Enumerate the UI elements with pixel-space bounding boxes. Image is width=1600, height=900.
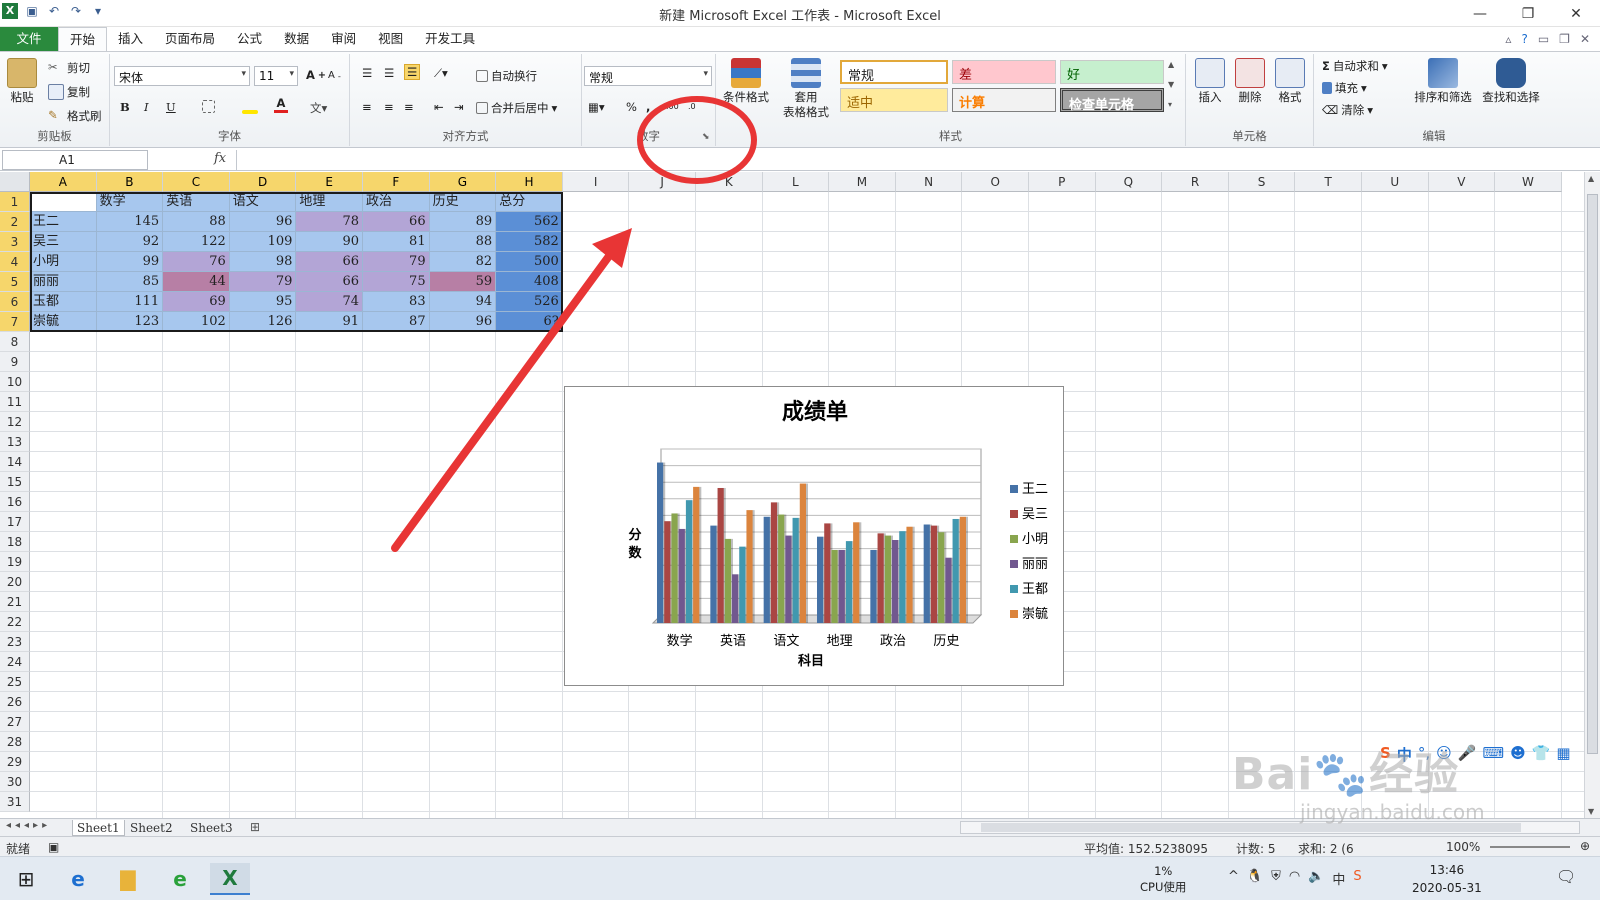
h-scroll-thumb[interactable]: [981, 823, 1521, 832]
edge-browser-icon[interactable]: e: [58, 863, 98, 895]
annotation-arrow-head: [592, 228, 632, 268]
status-bar: 就绪 ▣ 平均值: 152.5238095 计数: 5 求和: 2 (6 100…: [0, 836, 1600, 856]
status-sum: 求和: 2 (6: [1298, 842, 1354, 856]
scroll-thumb[interactable]: [1587, 194, 1598, 754]
sheet-tab-2[interactable]: Sheet2: [130, 820, 173, 836]
system-tray[interactable]: ^ 🐧 ⛨ ◠ 🔈 中 S: [1228, 869, 1362, 888]
start-windows-icon[interactable]: ⊞: [6, 863, 46, 895]
excel-window: { "window":{"title":"新建 Microsoft Excel …: [0, 0, 1600, 900]
file-explorer-icon[interactable]: ▇: [108, 863, 148, 895]
menu-grid-icon[interactable]: ▦: [1556, 744, 1570, 765]
taskbar: ⊞ e ▇ e X 1% CPU使用 ^ 🐧 ⛨ ◠ 🔈 中 S 13:46 2…: [0, 856, 1600, 900]
zoom-in-icon[interactable]: ⊕: [1580, 839, 1590, 853]
status-ready: 就绪: [6, 842, 31, 856]
excel-taskbar-icon[interactable]: X: [210, 863, 250, 895]
scroll-up-arrow[interactable]: ▲: [1588, 174, 1594, 183]
sheet-nav-arrows[interactable]: ◂◂◂▸▸: [6, 820, 51, 831]
baidu-watermark-url: jingyan.baidu.com: [1300, 800, 1485, 824]
notification-icon[interactable]: 🗨: [1556, 867, 1576, 886]
vertical-scrollbar[interactable]: ▲ ▼: [1584, 172, 1600, 818]
browser-360-icon[interactable]: e: [160, 863, 200, 895]
microphone-icon[interactable]: 🎤: [1458, 744, 1477, 765]
skin-icon[interactable]: 👕: [1532, 744, 1551, 765]
clock[interactable]: 13:46 2020-05-31: [1412, 861, 1482, 897]
status-count: 计数: 5: [1236, 842, 1276, 856]
sheet-tab-3[interactable]: Sheet3: [190, 820, 233, 836]
security-shield-icon[interactable]: ⛨: [1271, 869, 1281, 888]
qq-icon[interactable]: 🐧: [1247, 869, 1263, 888]
language-icon[interactable]: 中: [1332, 869, 1345, 888]
status-average: 平均值: 152.5238095: [1084, 842, 1209, 856]
cpu-usage: 1% CPU使用: [1140, 864, 1187, 894]
tray-expand-icon[interactable]: ^: [1228, 869, 1239, 888]
horizontal-scrollbar[interactable]: [960, 821, 1580, 834]
sheet-tab-1[interactable]: Sheet1: [72, 820, 125, 836]
volume-icon[interactable]: 🔈: [1308, 869, 1324, 888]
insert-sheet-icon[interactable]: ⊞: [250, 820, 260, 834]
macro-record-icon[interactable]: ▣: [48, 840, 59, 854]
sogou-tray-icon[interactable]: S: [1353, 869, 1361, 888]
wifi-icon[interactable]: ◠: [1289, 869, 1300, 888]
annotation-circle: [637, 96, 757, 184]
zoom-level[interactable]: 100%: [1446, 840, 1480, 854]
scroll-down-arrow[interactable]: ▼: [1588, 807, 1594, 816]
annotation-arrow-line: [391, 248, 616, 552]
baidu-watermark: Bai🐾经验: [1232, 749, 1460, 800]
zoom-slider[interactable]: [1490, 846, 1570, 848]
user-icon[interactable]: ☻: [1510, 744, 1526, 765]
keyboard-icon[interactable]: ⌨: [1482, 744, 1504, 765]
